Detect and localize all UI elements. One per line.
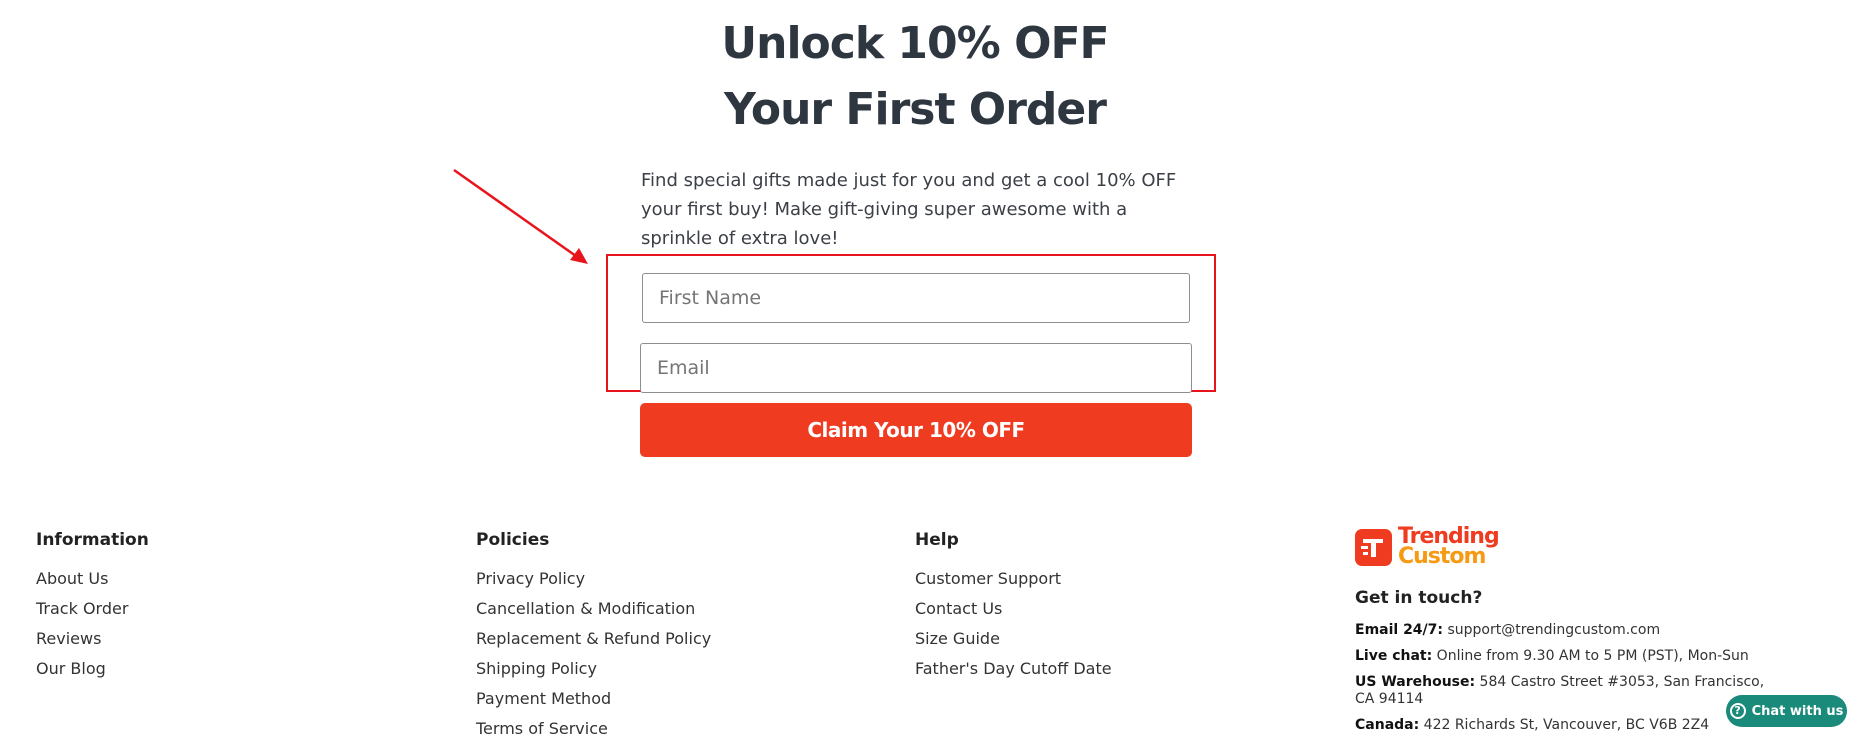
footer-information-heading: Information [36, 530, 149, 550]
email-input[interactable] [640, 343, 1192, 393]
contact-chat-value: Online from 9.30 AM to 5 PM (PST), Mon-S… [1436, 648, 1749, 664]
contact-email: Email 24/7: support@trendingcustom.com [1355, 622, 1775, 639]
contact-live-chat: Live chat: Online from 9.30 AM to 5 PM (… [1355, 648, 1775, 665]
contact-canada-label: Canada: [1355, 717, 1420, 733]
get-in-touch-heading: Get in touch? [1355, 588, 1483, 608]
footer-link-refund-policy[interactable]: Replacement & Refund Policy [476, 624, 711, 654]
chat-with-us-button[interactable]: ? Chat with us [1726, 695, 1847, 727]
chat-with-us-label: Chat with us [1751, 703, 1844, 719]
footer-help-heading: Help [915, 530, 959, 550]
footer-policies-heading: Policies [476, 530, 550, 550]
footer-link-reviews[interactable]: Reviews [36, 624, 149, 654]
footer-information-column: Information About Us Track Order Reviews… [36, 530, 149, 684]
contact-us-label: US Warehouse: [1355, 674, 1476, 690]
footer-link-about-us[interactable]: About Us [36, 564, 149, 594]
annotation-arrow [453, 168, 588, 264]
footer-link-terms[interactable]: Terms of Service [476, 714, 711, 744]
brand-logo-icon [1355, 528, 1392, 566]
footer-link-fathers-day[interactable]: Father's Day Cutoff Date [915, 654, 1112, 684]
footer-link-track-order[interactable]: Track Order [36, 594, 149, 624]
footer-help-column: Help Customer Support Contact Us Size Gu… [915, 530, 1112, 684]
footer-link-size-guide[interactable]: Size Guide [915, 624, 1112, 654]
footer-link-payment-method[interactable]: Payment Method [476, 684, 711, 714]
hero-title-line2: Your First Order [724, 84, 1107, 135]
contact-us-warehouse: US Warehouse: 584 Castro Street #3053, S… [1355, 674, 1775, 708]
hero-intro-text: Find special gifts made just for you and… [641, 170, 1177, 249]
contact-canada: Canada: 422 Richards St, Vancouver, BC V… [1355, 717, 1775, 734]
contact-email-label: Email 24/7: [1355, 622, 1444, 638]
footer-link-contact-us[interactable]: Contact Us [915, 594, 1112, 624]
footer-link-customer-support[interactable]: Customer Support [915, 564, 1112, 594]
footer-link-shipping-policy[interactable]: Shipping Policy [476, 654, 711, 684]
brand-logo[interactable]: Trending Custom [1355, 526, 1500, 569]
help-question-icon: ? [1729, 703, 1746, 719]
contact-email-value: support@trendingcustom.com [1447, 622, 1661, 638]
brand-name-line2: Custom [1398, 544, 1486, 569]
footer-link-cancellation[interactable]: Cancellation & Modification [476, 594, 711, 624]
contact-canada-value: 422 Richards St, Vancouver, BC V6B 2Z4 [1423, 717, 1710, 733]
footer-link-our-blog[interactable]: Our Blog [36, 654, 149, 684]
footer-link-privacy-policy[interactable]: Privacy Policy [476, 564, 711, 594]
contact-chat-label: Live chat: [1355, 648, 1433, 664]
first-name-input[interactable] [642, 273, 1190, 323]
footer-policies-column: Policies Privacy Policy Cancellation & M… [476, 530, 711, 744]
claim-discount-button[interactable]: Claim Your 10% OFF [640, 403, 1192, 457]
hero-title-line1: Unlock 10% OFF [721, 18, 1109, 69]
